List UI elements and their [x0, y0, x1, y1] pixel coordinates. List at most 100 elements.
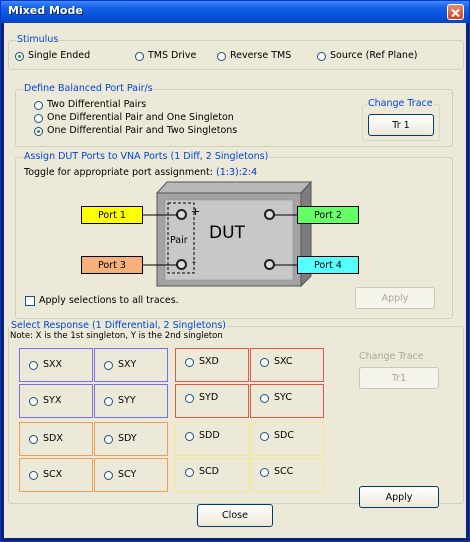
trace-tr1-button[interactable]: Tr 1 — [368, 114, 434, 136]
apply-all-traces-checkbox[interactable] — [25, 296, 35, 306]
param-radio[interactable] — [185, 432, 194, 441]
param-radio[interactable] — [260, 432, 269, 441]
param-label: SXD — [199, 356, 219, 367]
port1-button[interactable]: Port 1 — [81, 206, 143, 224]
balanced-port-group: Define Balanced Port Pair/s Two Differen… — [15, 83, 453, 147]
response-note: Note: X is the 1st singleton, Y is the 2… — [10, 331, 223, 341]
param-box[interactable]: SDC — [250, 422, 324, 456]
param-label: SCC — [274, 466, 294, 477]
param-box[interactable]: SDD — [175, 422, 249, 456]
param-box[interactable]: SXX — [19, 348, 93, 382]
param-label: SDD — [199, 430, 220, 441]
param-radio[interactable] — [104, 397, 113, 406]
param-label: SDX — [43, 433, 63, 444]
stimulus-option-label: TMS Drive — [148, 50, 197, 61]
balanced-option-label: One Differential Pair and One Singleton — [47, 112, 234, 123]
param-label: SCY — [118, 469, 137, 480]
port1-connector-icon — [176, 209, 187, 220]
param-box[interactable]: SXY — [94, 348, 168, 382]
stimulus-single-ended-radio[interactable] — [15, 52, 24, 61]
param-box[interactable]: SXD — [175, 348, 249, 382]
param-radio[interactable] — [104, 435, 113, 444]
param-radio[interactable] — [185, 394, 194, 403]
response-change-trace-title: Change Trace — [359, 351, 424, 362]
assign-apply-button[interactable]: Apply — [355, 287, 435, 309]
param-radio[interactable] — [104, 361, 113, 370]
param-label: SXC — [274, 356, 293, 367]
param-label: SXY — [118, 359, 137, 370]
port3-connector-icon — [176, 259, 187, 270]
response-apply-button[interactable]: Apply — [359, 486, 439, 508]
param-label: SDY — [118, 433, 137, 444]
param-box[interactable]: SCC — [250, 458, 324, 492]
assign-dut-group: Assign DUT Ports to VNA Ports (1 Diff, 2… — [15, 151, 453, 319]
dialog-body: Stimulus Single Ended TMS Drive Reverse … — [4, 23, 466, 538]
stimulus-reverse-tms-radio[interactable] — [217, 52, 226, 61]
param-label: SYC — [274, 392, 292, 403]
select-response-title: Select Response (1 Differential, 2 Singl… — [10, 320, 227, 331]
param-radio[interactable] — [104, 471, 113, 480]
param-box[interactable]: SCD — [175, 458, 249, 492]
toggle-label: Toggle for appropriate port assignment: … — [24, 167, 257, 178]
one-pair-two-singletons-radio[interactable] — [34, 127, 43, 136]
param-box[interactable]: SYD — [175, 384, 249, 418]
param-radio[interactable] — [260, 468, 269, 477]
balanced-option-label: One Differential Pair and Two Singletons — [47, 125, 238, 136]
port-lines-left — [143, 214, 177, 266]
param-radio[interactable] — [29, 361, 38, 370]
port-lines-right — [274, 214, 298, 266]
close-icon — [451, 8, 460, 18]
param-radio[interactable] — [29, 435, 38, 444]
dut-label: DUT — [209, 223, 245, 243]
param-label: SCD — [199, 466, 219, 477]
port2-button[interactable]: Port 2 — [297, 206, 359, 224]
stimulus-source-ref-plane-radio[interactable] — [317, 52, 326, 61]
change-trace-title: Change Trace — [367, 98, 434, 109]
response-trace-button[interactable]: Tr1 — [359, 367, 439, 389]
param-label: SYD — [199, 392, 219, 403]
param-radio[interactable] — [260, 394, 269, 403]
stimulus-option-label: Single Ended — [28, 50, 91, 61]
plus-label: + — [191, 205, 201, 218]
assign-dut-title: Assign DUT Ports to VNA Ports (1 Diff, 2… — [23, 151, 270, 162]
port4-button[interactable]: Port 4 — [297, 256, 359, 274]
param-box[interactable]: SYY — [94, 384, 168, 418]
close-window-button[interactable] — [447, 4, 464, 20]
stimulus-group: Stimulus Single Ended TMS Drive Reverse … — [8, 34, 464, 70]
port3-button[interactable]: Port 3 — [81, 256, 143, 274]
param-label: SXX — [43, 359, 63, 370]
stimulus-title: Stimulus — [16, 34, 60, 45]
param-label: SYX — [43, 395, 62, 406]
close-button[interactable]: Close — [197, 504, 273, 527]
param-label: SYY — [118, 395, 136, 406]
two-diff-pairs-radio[interactable] — [34, 101, 43, 110]
param-radio[interactable] — [185, 468, 194, 477]
param-radio[interactable] — [185, 358, 194, 367]
param-label: SCX — [43, 469, 63, 480]
param-box[interactable]: SYX — [19, 384, 93, 418]
window-title: Mixed Mode — [8, 4, 83, 17]
balanced-port-title: Define Balanced Port Pair/s — [23, 83, 154, 94]
param-box[interactable]: SYC — [250, 384, 324, 418]
param-box[interactable]: SXC — [250, 348, 324, 382]
param-label: SDC — [274, 430, 294, 441]
param-radio[interactable] — [260, 358, 269, 367]
apply-all-traces-label: Apply selections to all traces. — [39, 295, 179, 306]
balanced-option-label: Two Differential Pairs — [47, 99, 147, 110]
param-box[interactable]: SCY — [94, 458, 168, 492]
param-radio[interactable] — [29, 471, 38, 480]
select-response-group: Select Response (1 Differential, 2 Singl… — [8, 320, 464, 508]
minus-label: - — [192, 255, 196, 268]
port-assignment-toggle-link[interactable]: (1:3):2:4 — [216, 167, 257, 178]
mixed-mode-dialog: Mixed Mode Stimulus Single Ended TMS Dri… — [0, 0, 470, 542]
title-bar[interactable]: Mixed Mode — [1, 1, 469, 23]
one-pair-one-singleton-radio[interactable] — [34, 114, 43, 123]
stimulus-option-label: Source (Ref Plane) — [330, 50, 418, 61]
param-box[interactable]: SDX — [19, 422, 93, 456]
param-radio[interactable] — [29, 397, 38, 406]
stimulus-option-label: Reverse TMS — [230, 50, 292, 61]
balanced-change-trace-group: Change Trace Tr 1 — [362, 98, 440, 141]
stimulus-tms-drive-radio[interactable] — [135, 52, 144, 61]
param-box[interactable]: SDY — [94, 422, 168, 456]
param-box[interactable]: SCX — [19, 458, 93, 492]
